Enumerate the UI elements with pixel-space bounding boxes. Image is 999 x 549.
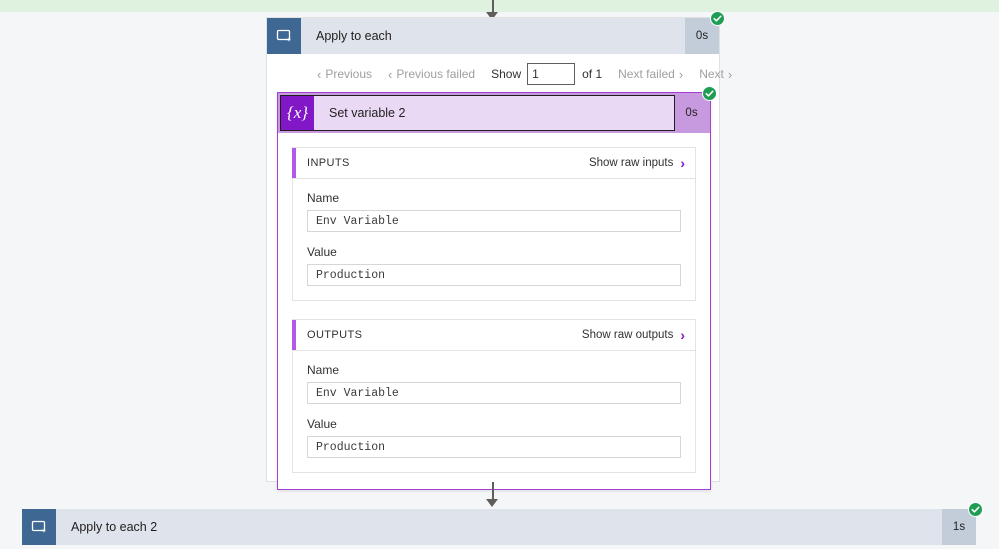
- set-variable-header-wrap: {x} Set variable 2 0s: [278, 86, 717, 133]
- apply-to-each-header[interactable]: Apply to each 0s: [267, 11, 725, 54]
- outputs-name-field: Name Env Variable: [307, 363, 681, 404]
- inputs-heading: INPUTS: [307, 157, 350, 169]
- loop-icon: [267, 18, 301, 54]
- chevron-left-icon: ‹: [317, 66, 322, 82]
- check-icon: [713, 15, 722, 22]
- field-value: Env Variable: [307, 382, 681, 404]
- outputs-section: OUTPUTS Show raw outputs › Name Env Vari…: [292, 319, 696, 473]
- field-label: Value: [307, 245, 337, 259]
- field-value: Production: [307, 436, 681, 458]
- apply-to-each-2-card[interactable]: Apply to each 2 1s: [22, 502, 983, 545]
- next-label: Next: [699, 67, 724, 81]
- iteration-number-input[interactable]: [527, 63, 576, 85]
- loop-icon: [22, 509, 56, 545]
- field-label: Value: [307, 417, 337, 431]
- outputs-header: OUTPUTS Show raw outputs ›: [292, 319, 696, 351]
- inputs-section: INPUTS Show raw inputs › Name Env Variab…: [292, 147, 696, 301]
- show-label: Show: [491, 67, 522, 81]
- set-variable-duration: 0s: [685, 107, 698, 119]
- show-raw-inputs-label: Show raw inputs: [588, 157, 674, 169]
- show-raw-outputs-link[interactable]: Show raw outputs ›: [582, 328, 695, 342]
- inputs-value-field: Value Production: [307, 245, 681, 286]
- previous-label: Previous: [325, 67, 373, 81]
- iteration-pager: ‹ Previous ‹ Previous failed Show of 1 N…: [267, 54, 732, 94]
- show-raw-outputs-label: Show raw outputs: [581, 329, 674, 341]
- status-badge-success: [702, 86, 717, 101]
- check-icon: [971, 506, 980, 513]
- set-variable-body: INPUTS Show raw inputs › Name Env Variab…: [278, 133, 710, 489]
- variable-icon: {x}: [281, 96, 314, 130]
- chevron-right-icon: ›: [678, 66, 684, 82]
- chevron-right-icon: ›: [680, 327, 685, 343]
- previous-failed-button[interactable]: ‹ Previous failed: [380, 67, 483, 81]
- inputs-fields: Name Env Variable Value Production: [292, 179, 696, 301]
- apply-to-each-card[interactable]: Apply to each 0s ‹ Previous ‹ Previous f…: [266, 11, 732, 490]
- set-variable-card[interactable]: {x} Set variable 2 0s INPUTS Show raw in…: [277, 86, 717, 490]
- next-button[interactable]: Next ›: [691, 67, 740, 81]
- set-variable-title: Set variable 2: [329, 106, 406, 120]
- connector-arrow-bottom: [486, 499, 498, 507]
- previous-failed-label: Previous failed: [396, 67, 476, 81]
- of-total-label: of 1: [582, 67, 603, 81]
- outputs-heading: OUTPUTS: [307, 329, 363, 341]
- chevron-right-icon: ›: [680, 155, 685, 171]
- field-label: Name: [307, 363, 340, 377]
- field-value: Production: [307, 264, 681, 286]
- apply-to-each-2-title: Apply to each 2: [71, 520, 158, 534]
- chevron-right-icon: ›: [727, 66, 733, 82]
- outputs-value-field: Value Production: [307, 417, 681, 458]
- show-raw-inputs-link[interactable]: Show raw inputs ›: [589, 156, 695, 170]
- field-label: Name: [307, 191, 340, 205]
- status-badge-success: [968, 502, 983, 517]
- chevron-left-icon: ‹: [388, 66, 393, 82]
- next-failed-button[interactable]: Next failed ›: [610, 67, 691, 81]
- previous-button[interactable]: ‹ Previous: [309, 67, 380, 81]
- status-badge-success: [710, 11, 725, 26]
- top-accent-strip: [0, 0, 999, 12]
- outputs-fields: Name Env Variable Value Production: [292, 351, 696, 473]
- inputs-header: INPUTS Show raw inputs ›: [292, 147, 696, 179]
- apply-to-each-title: Apply to each: [316, 29, 392, 43]
- inputs-name-field: Name Env Variable: [307, 191, 681, 232]
- set-variable-header[interactable]: {x} Set variable 2: [280, 95, 675, 131]
- field-value: Env Variable: [307, 210, 681, 232]
- next-failed-label: Next failed: [618, 67, 675, 81]
- check-icon: [705, 90, 714, 97]
